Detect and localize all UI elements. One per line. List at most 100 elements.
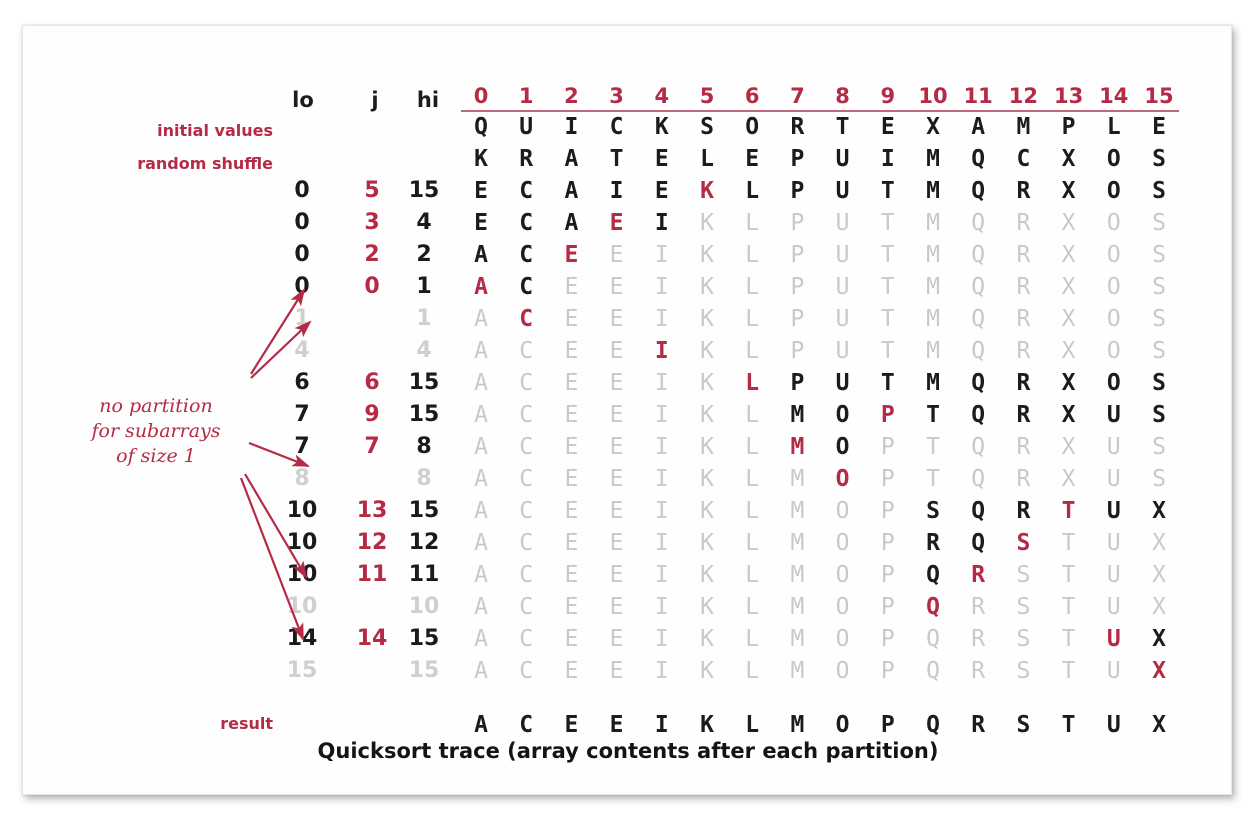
array-cell: E — [609, 466, 624, 492]
array-cell: U — [835, 338, 850, 364]
cell-j: 13 — [356, 498, 388, 523]
array-cell: U — [835, 178, 850, 204]
annotation-line-3: of size 1 — [116, 445, 196, 468]
array-cell: R — [1016, 466, 1031, 492]
array-cell: I — [654, 402, 669, 428]
array-cell: S — [1152, 178, 1166, 204]
array-cell: K — [474, 146, 488, 172]
result-cell: P — [880, 712, 895, 738]
label-random-shuffle: random shuffle — [137, 154, 273, 173]
array-cell: M — [926, 338, 940, 364]
cell-hi: 1 — [416, 274, 432, 299]
array-cell: L — [745, 178, 760, 204]
array-cell: C — [519, 498, 534, 524]
array-cell: E — [654, 146, 669, 172]
array-cell: E — [564, 626, 579, 652]
figure-card: lo j hi 0 1 2 3 4 5 6 7 8 9 10 11 12 13 14 15 initial v… — [22, 25, 1232, 795]
array-cell: L — [745, 466, 760, 492]
cell-hi: 15 — [408, 658, 440, 683]
array-cell: S — [1152, 210, 1166, 236]
array-cell: O — [1106, 338, 1121, 364]
array-cell: K — [700, 434, 714, 460]
array-cell: X — [1061, 146, 1076, 172]
array-cell: A — [564, 210, 579, 236]
array-cell: E — [564, 338, 579, 364]
array-cell: P — [880, 498, 895, 524]
cell-j: 6 — [364, 370, 380, 395]
array-cell: O — [835, 562, 850, 588]
cell-lo: 0 — [294, 274, 310, 299]
array-cell: P — [880, 434, 895, 460]
array-cell: S — [1152, 146, 1166, 172]
array-cell: L — [745, 498, 760, 524]
quicksort-trace-table: lo j hi 0 1 2 3 4 5 6 7 8 9 10 11 12 13 14 15 initial v… — [23, 26, 1233, 796]
array-cell: K — [700, 466, 714, 492]
array-cell: T — [1061, 626, 1076, 652]
array-cell: E — [654, 178, 669, 204]
array-cell: C — [519, 210, 534, 236]
array-cell: O — [1106, 274, 1121, 300]
array-cell: E — [609, 530, 624, 556]
column-header-hi: hi — [416, 88, 440, 112]
array-cell: M — [790, 626, 805, 652]
array-cell: L — [745, 370, 760, 396]
array-cell: X — [1152, 562, 1166, 588]
array-cell: X — [1061, 210, 1076, 236]
array-cell: R — [971, 626, 986, 652]
array-cell: A — [474, 594, 488, 620]
array-cell: A — [564, 146, 579, 172]
column-header-lo: lo — [292, 88, 314, 112]
cell-hi: 1 — [416, 306, 432, 331]
array-cell: E — [609, 498, 624, 524]
column-index-12: 12 — [1008, 84, 1038, 108]
cell-hi: 15 — [408, 370, 440, 395]
array-cell: X — [1061, 306, 1076, 332]
array-cell: R — [971, 562, 986, 588]
array-cell: E — [609, 242, 624, 268]
array-cell: C — [519, 434, 534, 460]
array-cell: I — [564, 114, 579, 140]
array-cell: I — [654, 434, 669, 460]
array-cell: K — [700, 402, 714, 428]
result-cell: K — [700, 712, 714, 738]
array-cell: U — [1106, 402, 1121, 428]
cell-hi: 10 — [408, 594, 440, 619]
array-cell: X — [1152, 498, 1166, 524]
cell-lo: 0 — [294, 242, 310, 267]
array-cell: X — [1061, 434, 1076, 460]
array-cell: S — [1152, 466, 1166, 492]
array-cell: L — [745, 594, 760, 620]
array-cell: A — [474, 402, 488, 428]
array-cell: X — [1061, 466, 1076, 492]
array-cell: S — [1016, 530, 1031, 556]
array-cell: T — [880, 370, 895, 396]
array-cell: U — [835, 274, 850, 300]
array-cell: Q — [926, 658, 940, 684]
array-cell: T — [1061, 658, 1076, 684]
array-cell: M — [1016, 114, 1031, 140]
cell-lo: 10 — [286, 562, 318, 587]
array-cell: S — [926, 498, 940, 524]
array-cell: M — [790, 466, 805, 492]
array-cell: T — [1061, 498, 1076, 524]
array-cell: M — [926, 146, 940, 172]
array-cell: R — [1016, 306, 1031, 332]
column-index-9: 9 — [880, 84, 896, 108]
array-cell: U — [519, 114, 534, 140]
array-cell: R — [1016, 178, 1031, 204]
array-cell: C — [1016, 146, 1031, 172]
array-cell: T — [926, 402, 940, 428]
array-cell: R — [971, 594, 986, 620]
column-index-5: 5 — [699, 84, 715, 108]
column-index-11: 11 — [963, 84, 993, 108]
array-cell: S — [1152, 338, 1166, 364]
array-cell: Q — [971, 210, 986, 236]
array-cell: S — [1016, 658, 1031, 684]
array-cell: S — [1016, 594, 1031, 620]
array-cell: K — [700, 178, 714, 204]
label-initial-values: initial values — [157, 121, 273, 140]
array-cell: L — [745, 242, 760, 268]
array-cell: L — [745, 562, 760, 588]
array-cell: E — [564, 562, 579, 588]
array-cell: O — [835, 498, 850, 524]
